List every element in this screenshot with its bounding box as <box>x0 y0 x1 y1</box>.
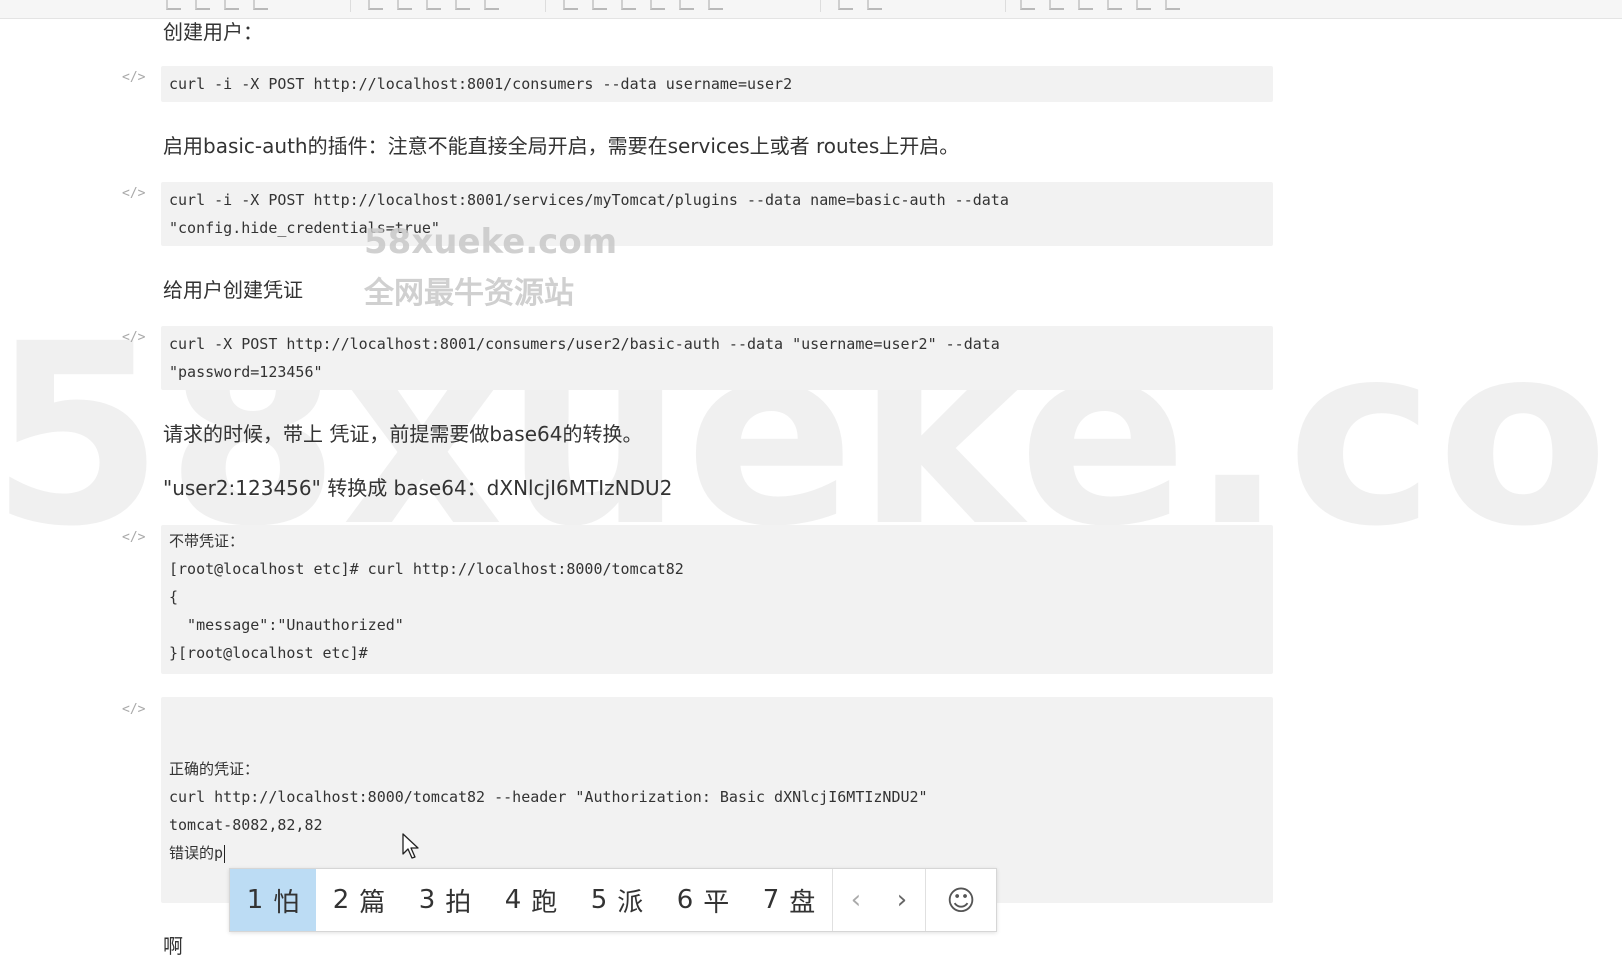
align-icon[interactable] <box>650 0 665 10</box>
code-block-create-consumer[interactable]: curl -i -X POST http://localhost:8001/co… <box>161 66 1273 102</box>
image-icon[interactable] <box>592 0 607 10</box>
strikethrough-icon[interactable] <box>253 0 268 10</box>
code-line: curl -X POST http://localhost:8001/consu… <box>169 335 1000 353</box>
code-block-unauthorized[interactable]: 不带凭证： [root@localhost etc]# curl http://… <box>161 525 1273 674</box>
code-tag-icon[interactable]: </> <box>122 186 145 201</box>
text-caret <box>224 844 226 863</box>
code-line: "message":"Unauthorized" <box>169 616 404 634</box>
ime-candidate-7[interactable]: 7盘 <box>746 869 832 931</box>
toolbar-divider <box>545 0 546 12</box>
paragraph-last[interactable]: 啊 <box>163 930 183 959</box>
undo-icon[interactable] <box>1049 0 1064 10</box>
code-tag-icon[interactable]: </> <box>122 70 145 85</box>
ime-candidate-char: 怕 <box>273 887 300 918</box>
help-icon[interactable] <box>1165 0 1180 10</box>
split-view-icon[interactable] <box>867 0 882 10</box>
ime-candidate-2[interactable]: 2篇 <box>316 869 402 931</box>
toolbar-divider <box>820 0 821 12</box>
ime-emoji-icon[interactable]: ☺ <box>925 869 996 931</box>
code-line: [root@localhost etc]# curl http://localh… <box>169 560 684 578</box>
bold-icon[interactable] <box>166 0 181 10</box>
ime-candidate-number: 6 <box>676 885 694 915</box>
paragraph-create-credential[interactable]: 给用户创建凭证 <box>163 274 303 303</box>
ime-candidate-4[interactable]: 4跑 <box>488 869 574 931</box>
code-line: 正确的凭证： <box>169 760 260 778</box>
zoom-in-icon[interactable] <box>1107 0 1122 10</box>
paragraph-enable-plugin[interactable]: 启用basic-auth的插件：注意不能直接全局开启，需要在services上或… <box>163 130 959 159</box>
code-line: curl -i -X POST http://localhost:8001/se… <box>169 191 1009 209</box>
code-line: "config.hide_credentials=true" <box>169 219 440 237</box>
tools-button-group <box>1020 0 1180 10</box>
mouse-pointer-icon <box>402 833 419 859</box>
code-line: curl -i -X POST http://localhost:8001/co… <box>169 75 793 93</box>
view-button-group <box>838 0 882 10</box>
paragraph-request[interactable]: 请求的时候，带上 凭证，前提需要做base64的转换。 <box>163 418 642 447</box>
ime-candidate-char: 篇 <box>359 887 386 918</box>
code-block-enable-plugin[interactable]: curl -i -X POST http://localhost:8001/se… <box>161 182 1273 246</box>
watermark-domain: 58xueke.com <box>364 222 618 262</box>
list-icon[interactable] <box>397 0 412 10</box>
format-button-group <box>166 0 268 10</box>
ime-candidate-char: 派 <box>617 887 644 918</box>
redo-icon[interactable] <box>1078 0 1093 10</box>
code-line: { <box>169 588 179 606</box>
zoom-out-icon[interactable] <box>1136 0 1151 10</box>
code-line: tomcat-8082,82,82 <box>169 816 323 834</box>
ordered-list-icon[interactable] <box>426 0 441 10</box>
ime-candidate-char: 拍 <box>445 887 472 918</box>
ime-candidate-char: 盘 <box>789 887 816 918</box>
underline-icon[interactable] <box>224 0 239 10</box>
ime-next-page-icon[interactable]: › <box>879 869 925 931</box>
toolbar-divider <box>1005 0 1006 12</box>
layout-icon[interactable] <box>838 0 853 10</box>
insert-button-group <box>563 0 723 10</box>
print-icon[interactable] <box>708 0 723 10</box>
link-icon[interactable] <box>563 0 578 10</box>
paragraph-create-user[interactable]: 创建用户： <box>163 16 263 45</box>
italic-icon[interactable] <box>195 0 210 10</box>
ime-candidate-6[interactable]: 6平 <box>660 869 746 931</box>
code-line: curl http://localhost:8000/tomcat82 --he… <box>169 788 928 806</box>
ime-candidate-3[interactable]: 3拍 <box>402 869 488 931</box>
code-block-basic-auth[interactable]: curl -X POST http://localhost:8001/consu… <box>161 326 1273 390</box>
ime-candidate-number: 1 <box>246 885 264 915</box>
code-line-text: 错误的p <box>169 844 224 862</box>
code-line-editing[interactable]: 错误的p <box>169 839 1265 867</box>
code-tag-icon[interactable]: </> <box>122 702 145 717</box>
table-icon[interactable] <box>621 0 636 10</box>
ime-candidate-bar: 1怕 2篇 3拍 4跑 5派 6平 7盘 ‹ › ☺ <box>229 868 997 932</box>
toolbar-divider <box>350 0 351 12</box>
heading-button-group <box>368 0 499 10</box>
ime-candidate-char: 平 <box>703 887 730 918</box>
ime-candidate-number: 2 <box>332 885 350 915</box>
code-icon[interactable] <box>484 0 499 10</box>
ime-candidate-5[interactable]: 5派 <box>574 869 660 931</box>
code-tag-icon[interactable]: </> <box>122 530 145 545</box>
paragraph-base64[interactable]: "user2:123456" 转换成 base64：dXNlcjI6MTIzND… <box>163 472 672 501</box>
quote-icon[interactable] <box>455 0 470 10</box>
ime-prev-page-icon[interactable]: ‹ <box>832 869 879 931</box>
heading-icon[interactable] <box>368 0 383 10</box>
ime-candidate-number: 3 <box>418 885 436 915</box>
watermark-slogan: 全网最牛资源站 <box>364 276 574 311</box>
ime-candidate-number: 5 <box>590 885 608 915</box>
code-line: }[root@localhost etc]# <box>169 644 368 662</box>
search-icon[interactable] <box>679 0 694 10</box>
ime-candidate-1[interactable]: 1怕 <box>230 869 316 931</box>
ime-candidate-char: 跑 <box>531 887 558 918</box>
ime-candidate-number: 7 <box>762 885 780 915</box>
ime-candidate-number: 4 <box>504 885 522 915</box>
pen-icon[interactable] <box>1020 0 1035 10</box>
code-line: 不带凭证： <box>169 532 245 550</box>
code-tag-icon[interactable]: </> <box>122 330 145 345</box>
code-line: "password=123456" <box>169 363 323 381</box>
